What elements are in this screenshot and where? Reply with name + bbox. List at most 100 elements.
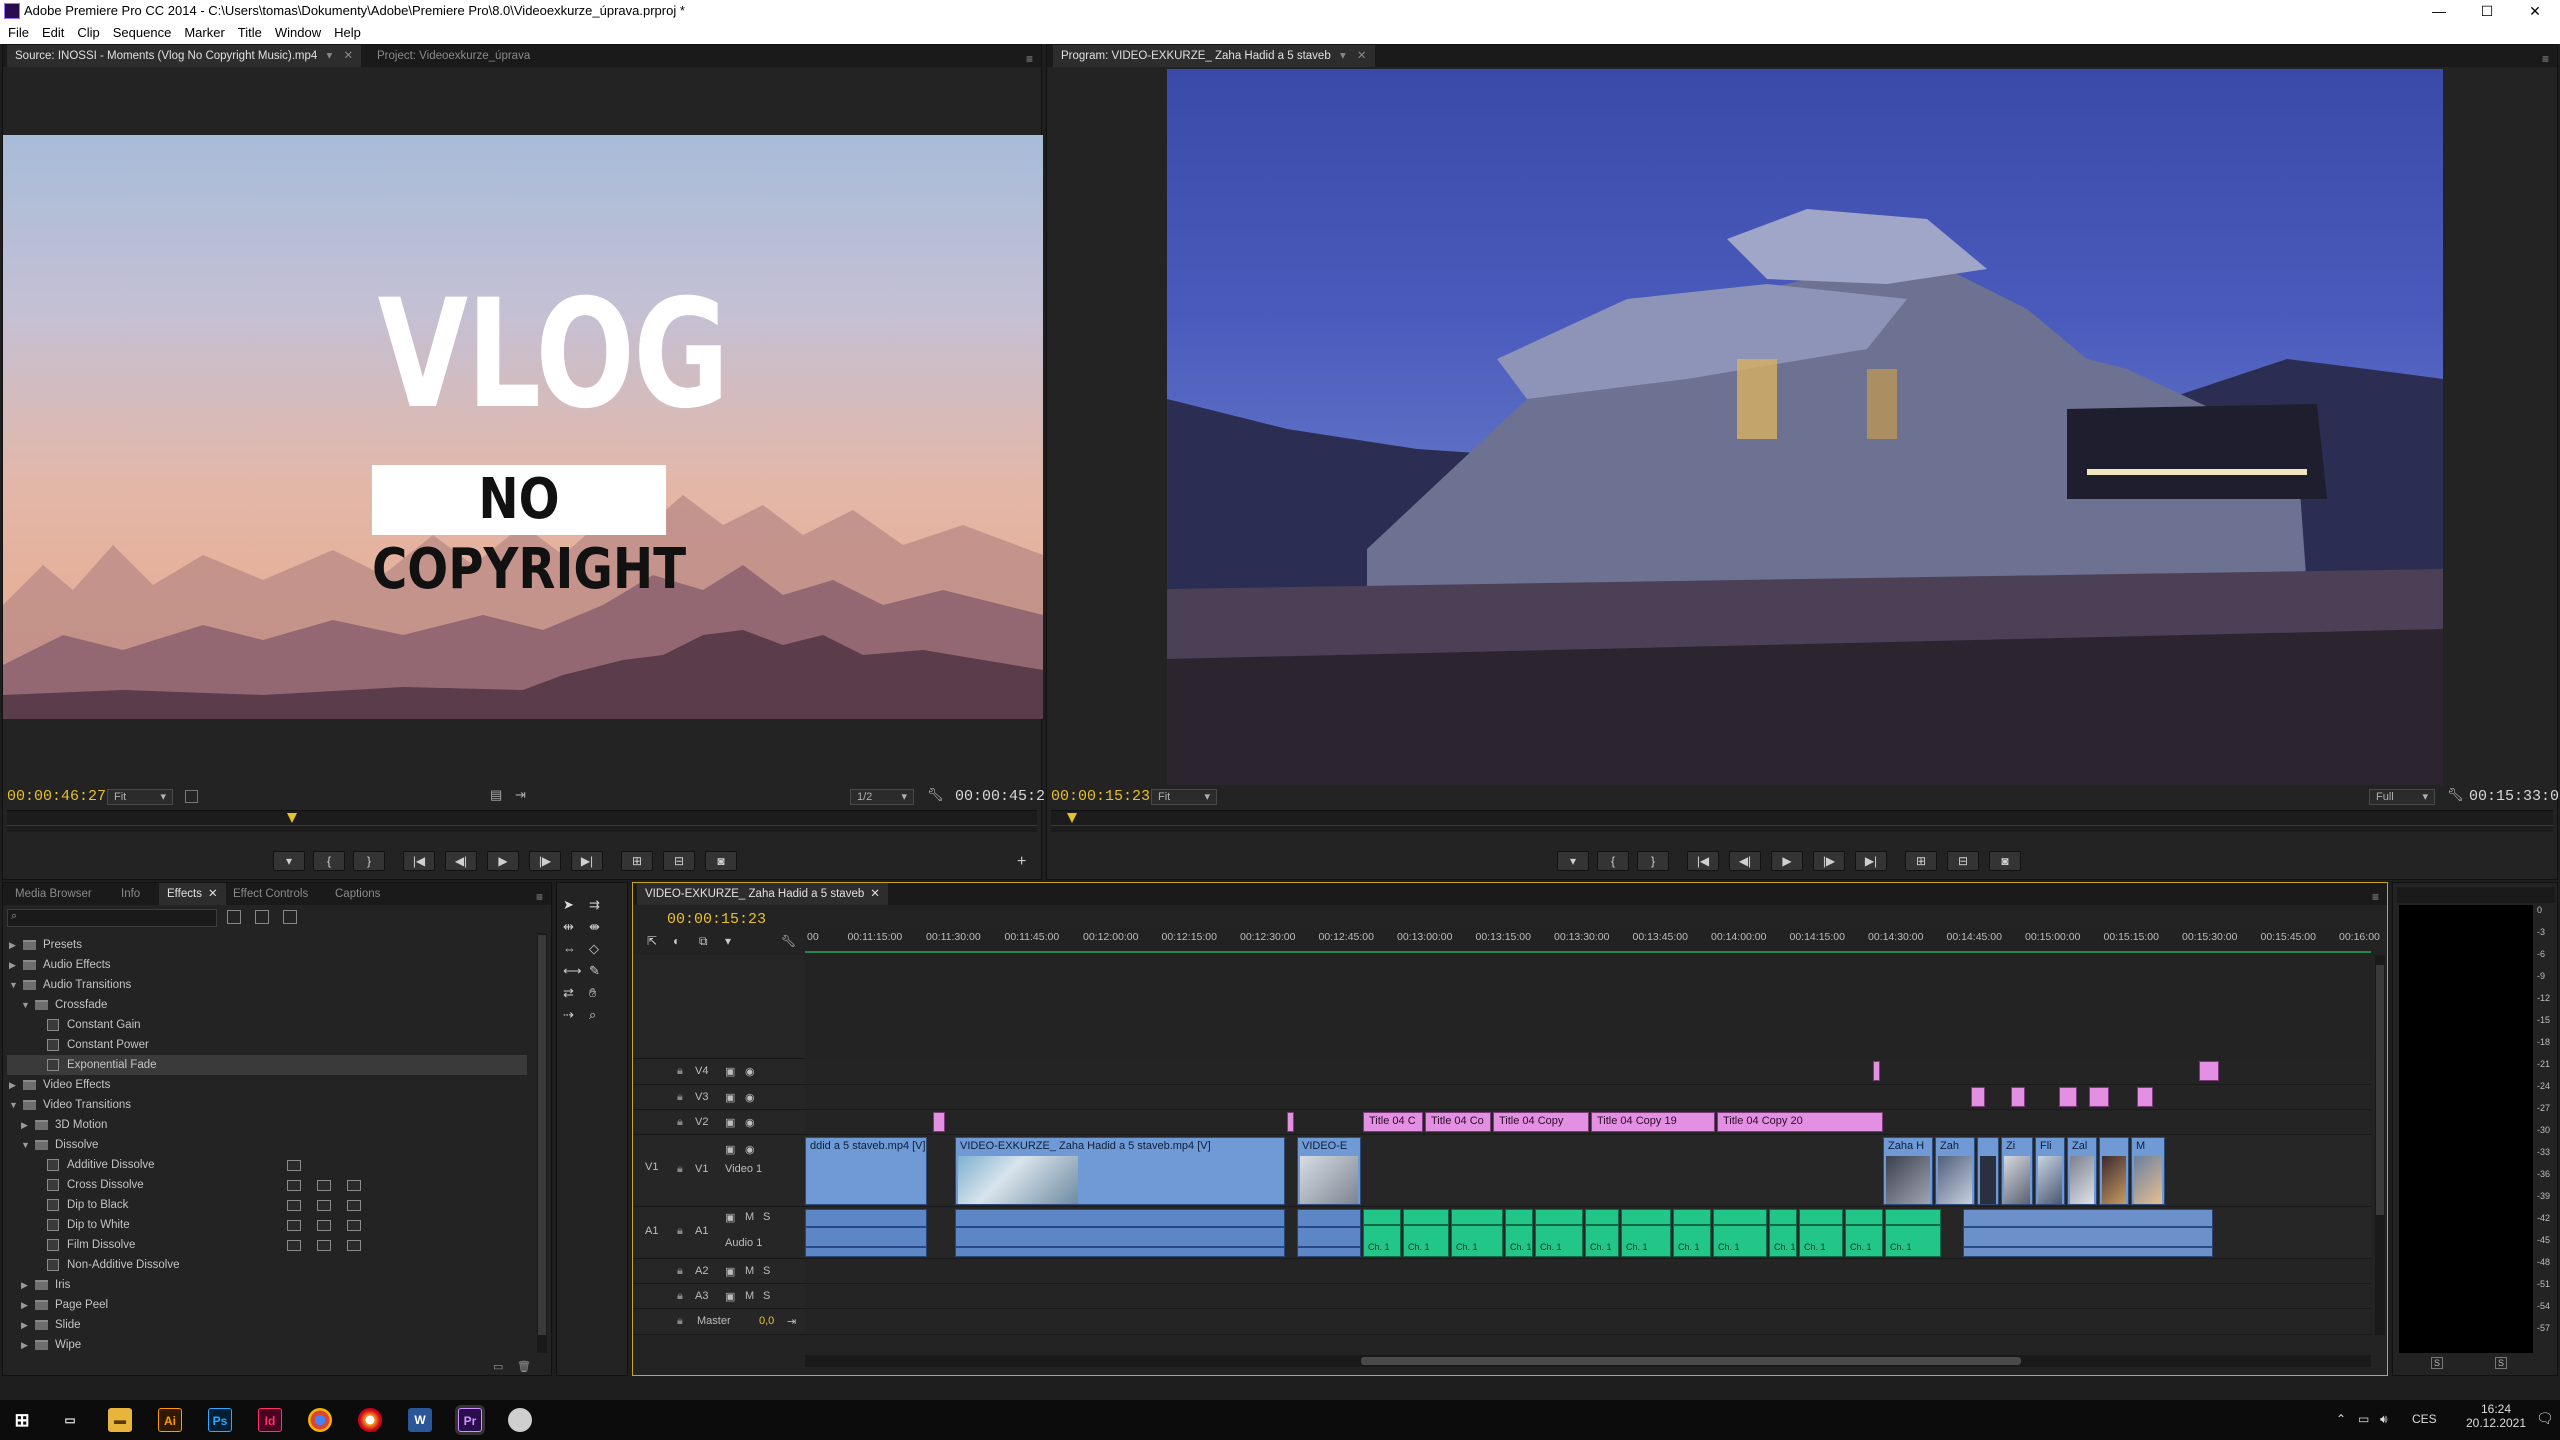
title-clip-v2[interactable]: Title 04 Copy 19 — [1591, 1112, 1715, 1132]
track-area-v4[interactable] — [805, 1059, 2371, 1085]
selection-tool-icon[interactable]: ➤ — [563, 897, 574, 913]
chevron-right-icon[interactable]: ▶ — [9, 1075, 16, 1095]
track-area-a2[interactable] — [805, 1259, 2371, 1284]
track-area-a3[interactable] — [805, 1284, 2371, 1309]
nest-icon[interactable]: ⇱ — [647, 934, 657, 948]
maximize-button[interactable]: ☐ — [2464, 0, 2510, 22]
effects-tree-item[interactable]: Constant Power — [7, 1035, 527, 1055]
add-marker-button[interactable]: ▾ — [273, 851, 305, 871]
source-resolution-dropdown[interactable]: 1/2 ▾ — [850, 789, 914, 805]
audio-clip-a1[interactable]: Ch. 1 — [1673, 1209, 1711, 1257]
tab-effect-controls[interactable]: Effect Controls — [225, 883, 316, 905]
indesign-icon[interactable]: Id — [258, 1408, 282, 1432]
rolling-edit-tool-icon[interactable]: ⇼ — [589, 919, 600, 935]
eye-icon[interactable]: ◉ — [745, 1143, 755, 1156]
source-fit-dropdown[interactable]: Fit ▾ — [107, 789, 173, 805]
file-explorer-icon[interactable]: ▬ — [108, 1408, 132, 1432]
title-clip-v3[interactable] — [2011, 1087, 2025, 1107]
effects-tree-item[interactable]: ▶ Video Effects — [7, 1075, 527, 1095]
chevron-right-icon[interactable]: ▶ — [9, 955, 16, 975]
rate-stretch-tool-icon[interactable]: ⇔ — [563, 941, 576, 956]
source-patch-a1[interactable]: A1 — [645, 1225, 658, 1237]
effects-tree-item[interactable]: ▶ Page Peel — [7, 1295, 527, 1315]
video-clip-v1[interactable]: ddid a 5 staveb.mp4 [V] — [805, 1137, 927, 1205]
chevron-down-icon[interactable]: ▼ — [21, 1135, 30, 1155]
chevron-down-icon[interactable]: ▼ — [9, 975, 18, 995]
toggle-output-icon[interactable]: ▣ — [725, 1143, 735, 1156]
title-clip-v2[interactable]: Title 04 C — [1363, 1112, 1423, 1132]
toggle-output-icon[interactable]: ▣ — [725, 1065, 735, 1078]
menu-sequence[interactable]: Sequence — [108, 22, 177, 44]
audio-clip-a1[interactable]: Ch. 1 — [1403, 1209, 1449, 1257]
effects-tree-item[interactable]: ▼ Crossfade — [7, 995, 527, 1015]
lift-button[interactable]: ⊞ — [1905, 851, 1937, 871]
source-timecode-in[interactable]: 00:00:46:27 — [7, 788, 106, 805]
ripple-edit-tool-icon[interactable]: ⇹ — [563, 919, 574, 935]
close-button[interactable]: ✕ — [2512, 0, 2558, 22]
lock-icon[interactable]: 🔒︎ — [677, 1116, 683, 1129]
effects-tree-item[interactable]: Cross Dissolve — [7, 1175, 527, 1195]
effects-tree-item[interactable]: Additive Dissolve — [7, 1155, 527, 1175]
tab-program[interactable]: Program: VIDEO-EXKURZE_ Zaha Hadid a 5 s… — [1053, 45, 1375, 67]
menu-marker[interactable]: Marker — [179, 22, 229, 44]
chevron-down-icon[interactable]: ▼ — [21, 995, 30, 1015]
title-clip-v3[interactable] — [2059, 1087, 2077, 1107]
chevron-down-icon[interactable]: ▾ — [1340, 50, 1346, 62]
tab-sequence[interactable]: VIDEO-EXKURZE_ Zaha Hadid a 5 staveb ✕ — [637, 883, 888, 905]
chevron-down-icon[interactable]: ▼ — [9, 1095, 18, 1115]
notifications-icon[interactable]: 🗨︎ — [2536, 1410, 2554, 1427]
panel-menu-icon[interactable]: ≡ — [2372, 886, 2379, 908]
effects-tree-item[interactable]: Dip to White — [7, 1215, 527, 1235]
audio-clip-a1[interactable]: Ch. 1 — [1621, 1209, 1671, 1257]
tab-info[interactable]: Info — [113, 883, 148, 905]
playhead-icon[interactable] — [287, 813, 297, 823]
chevron-right-icon[interactable]: ▶ — [21, 1115, 28, 1135]
mark-out-button[interactable]: } — [353, 851, 385, 871]
wrench-icon[interactable]: 🔧︎ — [781, 934, 796, 948]
panel-menu-icon[interactable]: ≡ — [1026, 48, 1033, 70]
go-to-out-button[interactable]: ▶| — [571, 851, 603, 871]
yuv-effects-icon[interactable] — [283, 910, 297, 924]
program-fit-dropdown[interactable]: Fit ▾ — [1151, 789, 1217, 805]
export-frame-button[interactable]: ◙ — [705, 851, 737, 871]
audio-clip-a1[interactable]: Ch. 1 — [1845, 1209, 1883, 1257]
effects-tree-item[interactable]: ▶ Slide — [7, 1315, 527, 1335]
track-select-tool-icon[interactable]: ⇉ — [589, 897, 600, 913]
video-clip-v1[interactable] — [1977, 1137, 1999, 1205]
insert-button[interactable]: ⊞ — [621, 851, 653, 871]
export-frame-button[interactable]: ◙ — [1989, 851, 2021, 871]
chevron-right-icon[interactable]: ▶ — [21, 1315, 28, 1335]
close-icon[interactable]: ✕ — [208, 888, 218, 900]
wrench-icon[interactable]: 🔧︎ — [2447, 787, 2464, 803]
minimize-button[interactable]: — — [2416, 0, 2462, 22]
chevron-down-icon[interactable]: ▾ — [327, 50, 333, 62]
menu-clip[interactable]: Clip — [72, 22, 104, 44]
toggle-output-icon[interactable]: ▣ — [725, 1091, 735, 1104]
video-clip-v1[interactable]: VIDEO-EXKURZE_ Zaha Hadid a 5 staveb.mp4… — [955, 1137, 1285, 1205]
menu-file[interactable]: File — [3, 22, 34, 44]
volume-icon[interactable]: 🔊︎ — [2380, 1412, 2388, 1427]
32bit-effects-icon[interactable] — [255, 910, 269, 924]
add-marker-button[interactable]: ▾ — [1557, 851, 1589, 871]
video-clip-v1[interactable]: VIDEO-E — [1297, 1137, 1361, 1205]
overwrite-button[interactable]: ⊟ — [663, 851, 695, 871]
audio-clip-a1[interactable] — [1963, 1209, 2213, 1257]
effects-scrollbar[interactable] — [537, 933, 547, 1353]
effects-tree-item[interactable]: Dip to Black — [7, 1195, 527, 1215]
effects-search-input[interactable]: ⌕ — [7, 909, 217, 927]
effects-tree-item[interactable]: ▶ Wipe — [7, 1335, 527, 1355]
panel-menu-icon[interactable]: ≡ — [2542, 48, 2549, 70]
effects-tree-item[interactable]: ▼ Dissolve — [7, 1135, 527, 1155]
lock-icon[interactable]: 🔒︎ — [677, 1265, 683, 1278]
solo-left-button[interactable]: S — [2431, 1357, 2443, 1369]
browser-icon[interactable] — [358, 1408, 382, 1432]
title-clip-v2[interactable]: Title 04 Copy 20 — [1717, 1112, 1883, 1132]
effects-tree-item[interactable]: Non-Additive Dissolve — [7, 1255, 527, 1275]
mark-in-button[interactable]: { — [313, 851, 345, 871]
eye-icon[interactable]: ◉ — [745, 1065, 755, 1078]
playhead-icon[interactable] — [1067, 813, 1077, 823]
video-clip-v1[interactable]: M — [2131, 1137, 2165, 1205]
timeline-h-scrollbar[interactable] — [805, 1355, 2371, 1367]
go-to-out-button[interactable]: ▶| — [1855, 851, 1887, 871]
lock-icon[interactable]: 🔒︎ — [677, 1315, 683, 1328]
